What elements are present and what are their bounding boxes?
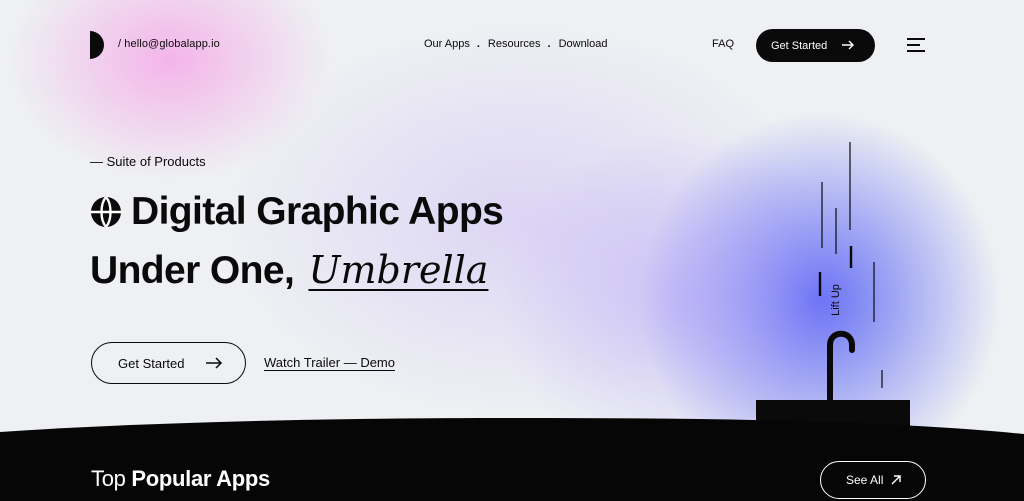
popular-title-bold: Popular Apps [131, 466, 270, 491]
popular-apps-heading: Top Popular Apps [91, 466, 270, 492]
see-all-button[interactable]: See All [820, 461, 926, 499]
bottom-section-background [0, 418, 1024, 501]
see-all-label: See All [846, 473, 884, 487]
popular-title-light: Top [91, 466, 126, 491]
arrow-up-right-icon [891, 475, 901, 485]
